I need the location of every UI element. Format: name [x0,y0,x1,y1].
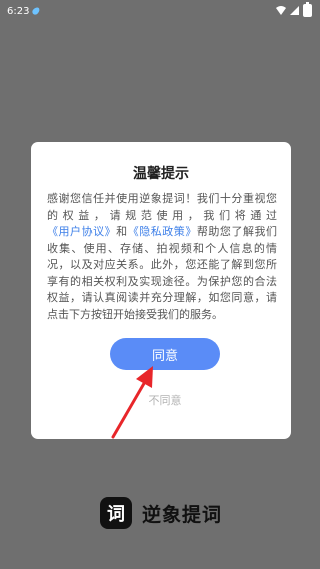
disagree-button[interactable]: 不同意 [110,392,220,408]
brand: 词 逆象提词 [100,497,222,529]
notification-drop-icon [31,6,42,16]
status-time: 6:23 [7,5,30,17]
signal-icon [290,6,299,15]
dialog-text-and: 和 [116,225,128,238]
battery-icon [303,2,312,17]
privacy-policy-link[interactable]: 《隐私政策》 [128,225,197,238]
status-icons [276,2,312,17]
dialog-body: 感谢您信任并使用逆象提词！我们十分重视您的权益，请规范使用，我们将通过《用户协议… [47,191,277,323]
app-name: 逆象提词 [142,503,223,526]
user-agreement-link[interactable]: 《用户协议》 [47,225,116,238]
status-bar: 6:23 [0,0,320,22]
privacy-dialog: 温馨提示 感谢您信任并使用逆象提词！我们十分重视您的权益，请规范使用，我们将通过… [31,142,291,439]
agree-button[interactable]: 同意 [110,338,220,370]
dialog-text-intro: 感谢您信任并使用逆象提词！我们十分重视您的权益，请规范使用，我们将通过 [47,192,277,222]
app-logo-icon: 词 [100,497,132,529]
wifi-icon [276,6,286,15]
dialog-title: 温馨提示 [133,166,189,182]
dialog-text-rest: 帮助您了解我们收集、使用、存储、拍视频和个人信息的情况，以及对应关系。此外，您还… [47,225,278,321]
